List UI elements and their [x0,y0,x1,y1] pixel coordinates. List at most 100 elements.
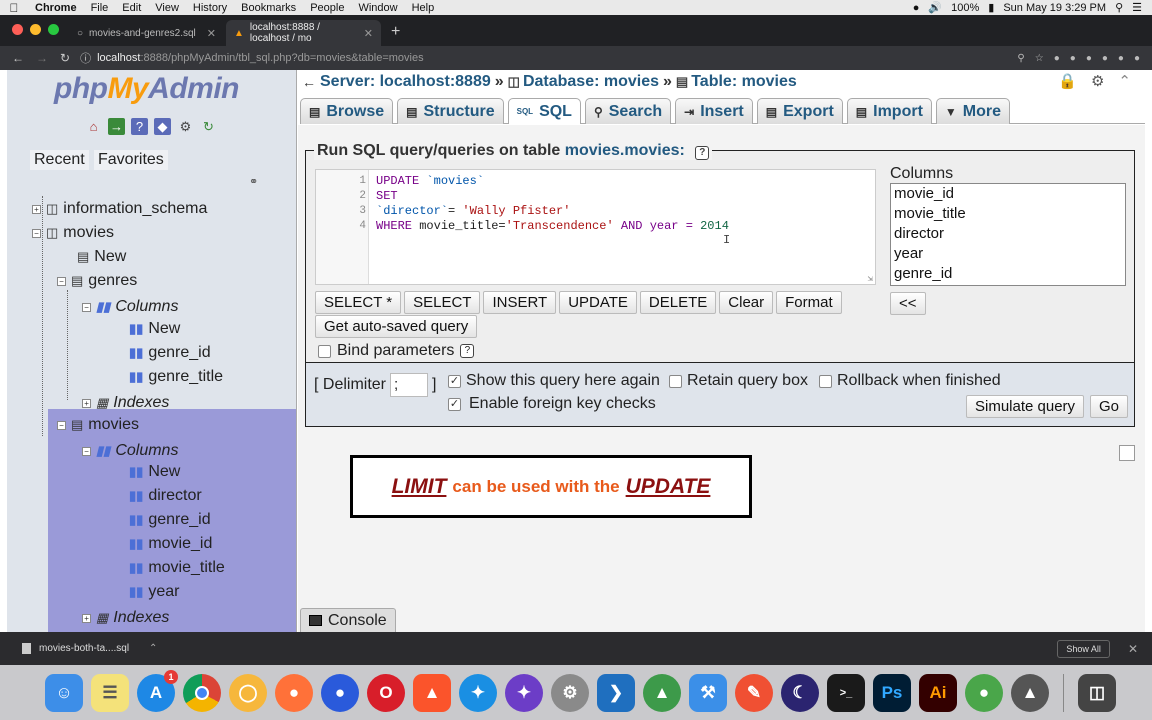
columns-label[interactable]: Columns [115,442,178,460]
chevron-up-icon[interactable]: ⌃ [149,643,157,654]
safari-icon[interactable]: ✦ [459,673,497,712]
tree-column-movie-title[interactable]: ▮▮ movie_title [129,559,225,577]
delete-button[interactable]: DELETE [639,291,717,314]
sketch-icon[interactable]: ✎ [735,673,773,712]
tree-new-table[interactable]: ▤ New [77,248,126,266]
insert-columns-button[interactable]: << [890,292,926,315]
menu-edit[interactable]: Edit [115,2,148,14]
battery-percent[interactable]: 100% [951,2,979,14]
column-name[interactable]: movie_id [148,535,212,553]
go-button[interactable]: Go [1090,395,1129,418]
resize-handle-icon[interactable]: ⇲ [868,274,873,284]
legend-table-link[interactable]: movies.movies: [565,142,685,159]
code-line-3[interactable]: `director`= 'Wally Pfister' [376,204,570,218]
table-name[interactable]: genres [88,272,137,290]
tab-structure[interactable]: ▤ Structure [397,98,504,124]
option-label[interactable]: Show this query here again [466,372,660,390]
chrome-icon[interactable] [183,673,221,712]
close-tab-icon[interactable]: ✕ [364,27,373,40]
column-option[interactable]: movie_id [891,184,1125,204]
retain-box-checkbox[interactable] [669,374,682,388]
indexes-label[interactable]: Indexes [113,609,169,627]
page-collapse-icon[interactable]: ⌃ [1118,72,1131,90]
menu-help[interactable]: Help [405,2,442,14]
extension-icon[interactable]: ● [1070,53,1076,64]
column-option[interactable]: movie_title [891,204,1125,224]
extension-icon[interactable]: ● [1086,53,1092,64]
logout-icon[interactable]: → [108,118,125,135]
chrome-canary-icon[interactable]: ◯ [229,673,267,712]
bind-parameters-label[interactable]: Bind parameters [337,342,454,360]
new-label[interactable]: New [148,320,180,338]
tree-movies-columns[interactable]: − ▮▮ Columns [82,442,178,460]
sql-editor[interactable]: 1 2 3 4 UPDATE `movies` SET `director`= … [315,169,876,285]
finder-icon[interactable]: ☺ [45,673,83,712]
profile-icon[interactable]: ● [1134,53,1140,64]
delimiter-input[interactable]: ; [390,373,429,397]
safari-preview-icon[interactable]: ✦ [505,673,543,712]
app-store-icon[interactable]: A1 [137,669,178,712]
vscode-icon[interactable]: ❯ [597,673,635,712]
column-name[interactable]: movie_title [148,559,224,577]
tab-recent[interactable]: Recent [30,150,89,170]
notes-app-icon[interactable]: ☰ [91,673,129,712]
new-label[interactable]: New [148,463,180,481]
tree-column-genre-id[interactable]: ▮▮ genre_id [129,511,211,529]
rollback-checkbox[interactable] [819,374,832,388]
lock-icon[interactable]: 🔒 [1058,72,1077,90]
settings-gear-icon[interactable]: ⚙ [177,118,194,135]
sequel-pro-icon[interactable]: ⚙ [551,673,589,712]
column-name[interactable]: genre_id [148,511,210,529]
phpmyadmin-logo[interactable]: phpMyAdmin [54,72,239,106]
simulate-query-button[interactable]: Simulate query [966,395,1085,418]
notification-center-icon[interactable]: ☰ [1132,1,1142,14]
db-name[interactable]: movies [63,224,114,242]
column-option[interactable]: year [891,244,1125,264]
update-button[interactable]: UPDATE [559,291,637,314]
new-tab-button[interactable]: + [383,23,408,46]
bind-parameters-checkbox[interactable] [318,344,331,358]
opera-icon[interactable]: O [367,673,405,712]
option-label[interactable]: Enable foreign key checks [469,395,656,413]
query-window-icon[interactable]: ? [131,118,148,135]
tree-genres-indexes[interactable]: + ▦ Indexes [82,394,169,412]
browser-tab-1[interactable]: ○ movies-and-genres2.sql ✕ [69,20,224,46]
mongodb-compass-icon[interactable]: ● [965,673,1003,712]
tree-column-movie-id[interactable]: ▮▮ movie_id [129,535,212,553]
tab-sql[interactable]: SQL SQL [507,98,581,124]
tree-movies-new-column[interactable]: ▮▮ New [129,463,180,481]
tree-column-genre-title[interactable]: ▮▮ genre_title [129,368,223,386]
tab-insert[interactable]: ⇥ Insert [675,98,753,124]
trash-icon[interactable]: ◫ [1078,673,1116,712]
clock[interactable]: Sun May 19 3:29 PM [1003,2,1106,14]
columns-listbox[interactable]: movie_id movie_title director year genre… [890,183,1126,286]
format-button[interactable]: Format [776,291,842,314]
help-icon[interactable]: ? [695,146,710,160]
column-option[interactable]: genre_id [891,264,1125,284]
close-shelf-icon[interactable]: ✕ [1110,642,1152,656]
zoom-icon[interactable]: ⚲ [1017,53,1024,64]
settings-icon[interactable]: ⚙ [1091,72,1104,90]
table-name[interactable]: movies [88,416,139,434]
tab-more[interactable]: ▼ More [935,98,1011,124]
breadcrumb-table[interactable]: Table: movies [691,73,797,91]
help-icon[interactable]: ? [460,344,475,358]
wifi-icon[interactable]: ● [913,2,920,14]
tab-search[interactable]: ⚲ Search [584,98,672,124]
collapse-icon[interactable]: − [82,446,91,456]
tree-column-director[interactable]: ▮▮ director [129,487,202,505]
illustrator-icon[interactable]: Ai [919,673,957,712]
spotlight-icon[interactable]: ⚲ [1115,1,1123,14]
nightly-icon[interactable]: ☾ [781,673,819,712]
link-with-main-icon[interactable]: ⚭ [249,175,258,188]
xcode-icon[interactable]: ⚒ [689,673,727,712]
menu-app-name[interactable]: Chrome [28,2,84,14]
column-name[interactable]: genre_title [148,368,223,386]
close-window-button[interactable] [12,24,23,35]
tree-db-information-schema[interactable]: + ◫ information_schema [32,200,207,218]
terminal-icon[interactable]: >_ [827,673,865,712]
collapse-icon[interactable]: − [32,228,41,238]
android-studio-icon[interactable]: ▲ [643,673,681,712]
code-line-2[interactable]: SET [376,189,398,203]
tab-export[interactable]: ▤ Export [756,98,843,124]
